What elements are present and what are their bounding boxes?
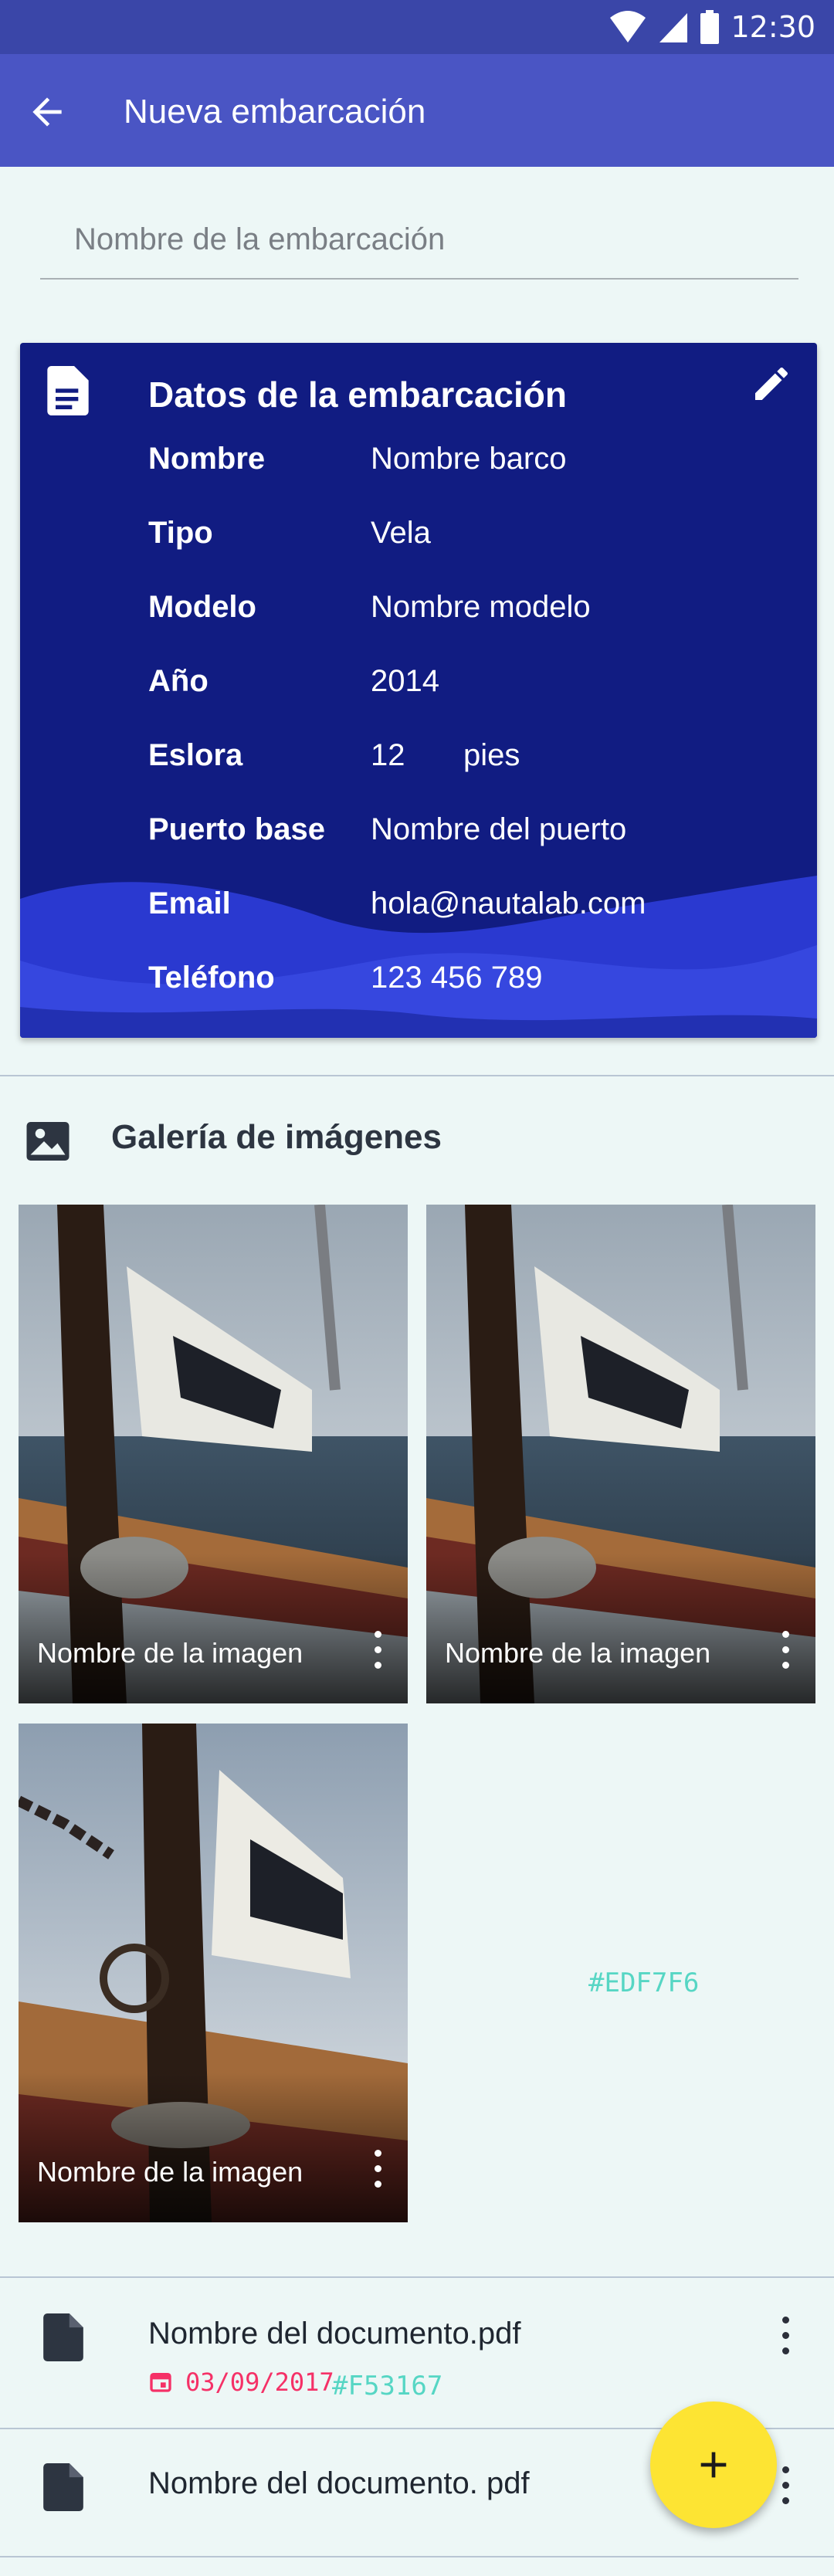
more-vert-icon: [374, 2149, 381, 2157]
divider: [0, 2276, 834, 2278]
back-button[interactable]: [20, 85, 74, 139]
document-name: Nombre del documento.pdf: [148, 2317, 521, 2351]
gallery-image-3[interactable]: Nombre de la imagen: [19, 1724, 408, 2222]
image-caption: Nombre de la imagen: [37, 1637, 303, 1669]
divider: [0, 2556, 834, 2557]
document-date: 03/09/2017: [185, 2368, 334, 2397]
image-menu-button[interactable]: [774, 1626, 797, 1673]
label-email: Email: [148, 886, 231, 920]
label-eslora: Eslora: [148, 738, 243, 772]
label-nombre: Nombre: [148, 442, 266, 476]
value-tipo: Vela: [371, 516, 431, 550]
value-eslora: 12: [371, 738, 405, 772]
label-tipo: Tipo: [148, 516, 213, 550]
document-name: Nombre del documento. pdf: [148, 2466, 530, 2500]
gallery-image-1[interactable]: Nombre de la imagen: [19, 1205, 408, 1703]
boat-name-field: [40, 208, 798, 280]
more-vert-icon: [374, 1630, 381, 1638]
gallery-title: Galería de imágenes: [111, 1118, 442, 1156]
battery-icon: [700, 10, 720, 44]
image-caption: Nombre de la imagen: [445, 1637, 711, 1669]
value-ano: 2014: [371, 664, 439, 698]
background-color-note: #EDF7F6: [588, 1968, 700, 1998]
value-nombre: Nombre barco: [371, 442, 567, 476]
document-menu-button[interactable]: [774, 2312, 797, 2358]
signal-icon: [659, 13, 688, 42]
value-puerto: Nombre del puerto: [371, 812, 627, 846]
calendar-icon: [150, 2373, 171, 2392]
status-time: 12:30: [731, 10, 815, 44]
boat-photo: [19, 1724, 408, 2222]
more-vert-icon: [781, 2316, 789, 2323]
document-icon: [47, 366, 89, 415]
document-menu-button[interactable]: [774, 2462, 797, 2508]
arrow-back-icon: [32, 97, 62, 127]
label-modelo: Modelo: [148, 590, 256, 624]
value-email: hola@nautalab.com: [371, 886, 646, 920]
unit-eslora: pies: [463, 738, 520, 772]
document-icon: [43, 2463, 83, 2511]
image-menu-button[interactable]: [366, 2145, 389, 2191]
status-bar: 12:30: [0, 0, 834, 54]
image-icon: [26, 1122, 70, 1161]
date-color-note: #F53167: [332, 2371, 443, 2401]
boat-photo: [19, 1205, 408, 1703]
divider: [0, 1075, 834, 1076]
image-menu-button[interactable]: [366, 1626, 389, 1673]
app-bar: Nueva embarcación: [0, 54, 834, 167]
more-vert-icon: [781, 2466, 789, 2473]
boat-name-input[interactable]: [40, 208, 798, 270]
label-ano: Año: [148, 664, 208, 698]
value-modelo: Nombre modelo: [371, 590, 591, 624]
card-title: Datos de la embarcación: [148, 375, 567, 415]
plus-icon: [700, 2452, 727, 2478]
pencil-icon: [755, 367, 788, 400]
add-fab-button[interactable]: [650, 2401, 777, 2528]
page-title: Nueva embarcación: [124, 93, 426, 130]
wifi-icon: [610, 11, 646, 42]
label-puerto: Puerto base: [148, 812, 325, 846]
document-icon: [43, 2313, 83, 2361]
image-caption: Nombre de la imagen: [37, 2156, 303, 2188]
more-vert-icon: [781, 1630, 789, 1638]
boat-photo: [426, 1205, 815, 1703]
gallery-image-2[interactable]: Nombre de la imagen: [426, 1205, 815, 1703]
status-icons: 12:30: [609, 8, 815, 46]
value-telefono: 123 456 789: [371, 961, 543, 995]
label-telefono: Teléfono: [148, 961, 275, 995]
edit-button[interactable]: [744, 357, 798, 411]
boat-data-card: Datos de la embarcación Nombre Nombre ba…: [20, 343, 817, 1038]
